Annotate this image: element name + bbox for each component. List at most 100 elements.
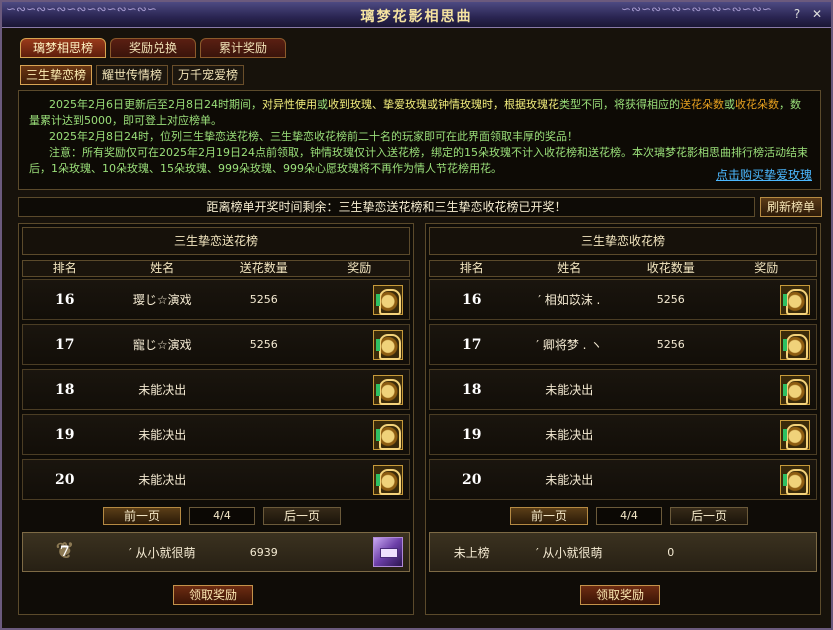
row-rank: 17: [462, 336, 482, 353]
lantern-cage-icon[interactable]: [373, 420, 403, 450]
notice-paragraph-3: 注意：所有奖励仅可在2025年2月19日24点前领取，钟情玫瑰仅计入送花榜，绑定…: [29, 146, 808, 175]
lantern-cage-icon[interactable]: [373, 330, 403, 360]
row-reward: [310, 415, 409, 454]
my-count: 0: [667, 545, 675, 559]
row-reward: [310, 325, 409, 364]
row-rank: 20: [55, 471, 75, 488]
my-rank: ❦ 7: [23, 538, 107, 564]
my-rank: 未上榜: [453, 545, 490, 560]
page-indicator: 4/4: [189, 507, 255, 525]
pagination: 前一页 4/4 后一页: [103, 507, 341, 525]
column-headers: 排名 姓名 收花数量 奖励: [429, 260, 817, 277]
row-name: 璎じ☆演戏: [132, 293, 192, 307]
my-reward: [310, 533, 409, 571]
lantern-cage-icon[interactable]: [373, 285, 403, 315]
row-name: 未能决出: [138, 473, 187, 487]
row-name: 未能决出: [545, 428, 594, 442]
header-rank: 排名: [459, 261, 484, 275]
prev-page-button[interactable]: 前一页: [510, 507, 588, 525]
my-rank-row: 未上榜 ′ 从小就很萌 0: [429, 532, 817, 572]
table-row: 20 未能决出: [429, 459, 817, 500]
row-reward: [717, 370, 816, 409]
row-reward: [717, 280, 816, 319]
table-row: 16 璎じ☆演戏 5256: [22, 279, 410, 320]
row-reward: [717, 460, 816, 499]
claim-reward-button[interactable]: 领取奖励: [173, 585, 253, 605]
tab-reward-exchange[interactable]: 奖励兑换: [110, 38, 196, 58]
row-reward: [717, 325, 816, 364]
tab-rankings[interactable]: 璃梦相思榜: [20, 38, 106, 58]
next-page-button[interactable]: 后一页: [670, 507, 748, 525]
title-bar[interactable]: ∽∾∽∾∽∾∽∾∽∾∽∾∽∾∽∾∽∾∽ 璃梦花影相思曲 ∽∾∽∾∽∾∽∾∽∾∽∾…: [2, 2, 831, 28]
next-page-button[interactable]: 后一页: [263, 507, 341, 525]
my-rank-number: 7: [59, 544, 70, 560]
receive-flower-board: 三生挚恋收花榜 排名 姓名 收花数量 奖励 16 ′ 相如苡沫 . 5256 1…: [425, 223, 821, 615]
close-icon[interactable]: ✕: [809, 6, 825, 22]
row-reward: [310, 460, 409, 499]
row-count: 5256: [656, 293, 685, 306]
notice-paragraph-1: 2025年2月6日更新后至2月8日24时期间，对异性使用或收到玫瑰、挚爱玫瑰或钟…: [29, 98, 801, 127]
pagination: 前一页 4/4 后一页: [510, 507, 748, 525]
tab-yaoshi-board[interactable]: 耀世传情榜: [96, 65, 169, 85]
title-ornament-right-icon: ∽∾∽∾∽∾∽∾∽∾∽∾∽∾∽∾∽∾∽: [621, 2, 771, 16]
tab-wanqian-board[interactable]: 万千宠爱榜: [172, 65, 245, 85]
header-count: 送花数量: [239, 261, 288, 275]
event-window: ∽∾∽∾∽∾∽∾∽∾∽∾∽∾∽∾∽∾∽ 璃梦花影相思曲 ∽∾∽∾∽∾∽∾∽∾∽∾…: [0, 0, 833, 630]
row-reward: [717, 415, 816, 454]
header-reward: 奖励: [347, 261, 372, 275]
my-count: 6939: [249, 545, 278, 559]
row-count: 5256: [249, 293, 278, 306]
row-name: 寵じ☆演戏: [132, 338, 192, 352]
lantern-cage-icon[interactable]: [780, 420, 810, 450]
sub-tabs: 三生挚恋榜 耀世传情榜 万千宠爱榜: [20, 65, 245, 85]
table-row: 16 ′ 相如苡沫 . 5256: [429, 279, 817, 320]
claim-reward-button[interactable]: 领取奖励: [580, 585, 660, 605]
notice-paragraph-2: 2025年2月8日24时，位列三生挚恋送花榜、三生挚恋收花榜前二十名的玩家即可在…: [49, 130, 578, 143]
help-icon[interactable]: ?: [789, 6, 805, 22]
header-rank: 排名: [52, 261, 77, 275]
row-name: ′ 相如苡沫 .: [538, 293, 601, 307]
my-reward: [717, 533, 816, 571]
row-rank: 16: [55, 291, 75, 308]
row-rank: 17: [55, 336, 75, 353]
row-name: 未能决出: [545, 473, 594, 487]
event-notice: 2025年2月6日更新后至2月8日24时期间，对异性使用或收到玫瑰、挚爱玫瑰或钟…: [18, 90, 821, 190]
tab-cumulative-rewards[interactable]: 累计奖励: [200, 38, 286, 58]
tab-sansheng-board[interactable]: 三生挚恋榜: [20, 65, 93, 85]
row-rank: 20: [462, 471, 482, 488]
lantern-cage-icon[interactable]: [780, 330, 810, 360]
prev-page-button[interactable]: 前一页: [103, 507, 181, 525]
lantern-cage-icon[interactable]: [373, 375, 403, 405]
column-headers: 排名 姓名 送花数量 奖励: [22, 260, 410, 277]
lantern-cage-icon[interactable]: [780, 465, 810, 495]
my-rank-row: ❦ 7 ′ 从小就很萌 6939: [22, 532, 410, 572]
row-rank: 19: [55, 426, 75, 443]
table-row: 17 ′ 卿将梦 . ヽ 5256: [429, 324, 817, 365]
row-rank: 19: [462, 426, 482, 443]
row-count: 5256: [656, 338, 685, 351]
table-row: 18 未能决出: [22, 369, 410, 410]
header-name: 姓名: [150, 261, 175, 275]
header-reward: 奖励: [754, 261, 779, 275]
row-rank: 16: [462, 291, 482, 308]
table-row: 19 未能决出: [22, 414, 410, 455]
row-reward: [310, 280, 409, 319]
lantern-cage-icon[interactable]: [373, 465, 403, 495]
countdown-text: 距离榜单开奖时间剩余：三生挚恋送花榜和三生挚恋收花榜已开奖！: [18, 197, 755, 217]
header-count: 收花数量: [646, 261, 695, 275]
refresh-button[interactable]: 刷新榜单: [760, 197, 822, 217]
row-name: 未能决出: [138, 383, 187, 397]
board-title: 三生挚恋送花榜: [22, 227, 410, 255]
header-name: 姓名: [557, 261, 582, 275]
row-name: 未能决出: [545, 383, 594, 397]
lantern-cage-icon[interactable]: [780, 285, 810, 315]
row-name: 未能决出: [138, 428, 187, 442]
board-title: 三生挚恋收花榜: [429, 227, 817, 255]
my-name: ′ 从小就很萌: [129, 545, 196, 560]
gift-box-icon[interactable]: [373, 537, 403, 567]
buy-rose-link[interactable]: 点击购买挚爱玫瑰: [716, 167, 812, 183]
table-row: 19 未能决出: [429, 414, 817, 455]
lantern-cage-icon[interactable]: [780, 375, 810, 405]
page-indicator: 4/4: [596, 507, 662, 525]
row-reward: [310, 370, 409, 409]
